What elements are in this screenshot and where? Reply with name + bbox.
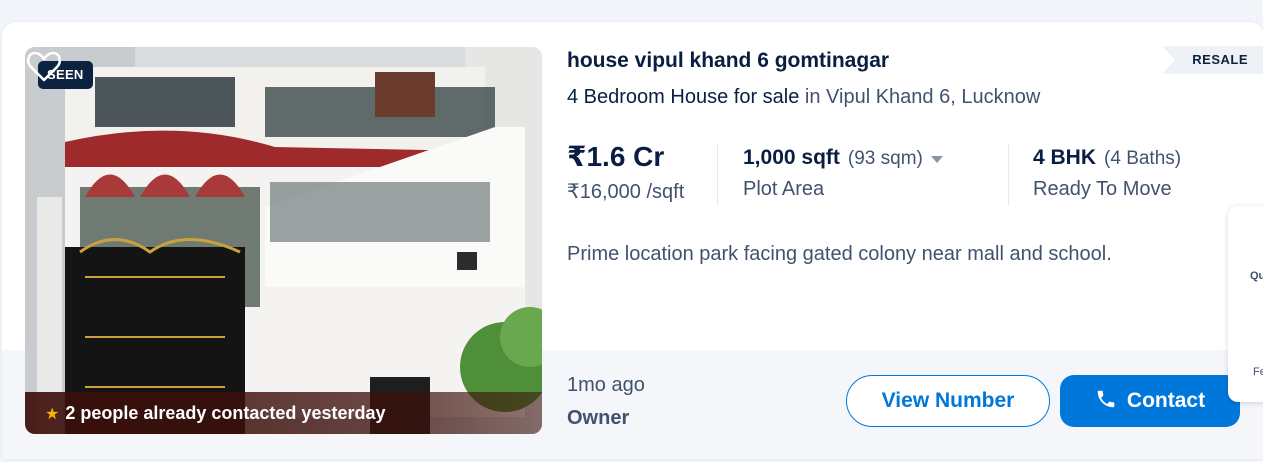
heart-icon[interactable] (25, 47, 63, 85)
listing-title[interactable]: house vipul khand 6 gomtinagar (567, 49, 889, 73)
price: ₹1.6 Cr (567, 141, 665, 172)
price-per-sqft: ₹16,000 /sqft (567, 181, 685, 203)
divider (717, 144, 718, 206)
area: 1,000 sqft (743, 146, 840, 169)
view-number-button[interactable]: View Number (846, 375, 1050, 427)
config-block: 4 BHK (4 Baths) Ready To Move (1033, 146, 1181, 201)
area-label: Plot Area (743, 178, 825, 200)
posted-by: Owner (567, 407, 630, 429)
listing-subtitle: 4 Bedroom House for sale in Vipul Khand … (567, 86, 1040, 109)
bhk: 4 BHK (1033, 146, 1097, 169)
contact-button[interactable]: Contact (1060, 375, 1240, 427)
possession-status: Ready To Move (1033, 178, 1172, 200)
star-icon: ★ (45, 406, 60, 423)
property-card[interactable]: SEEN ★ 2 people already contacted yesterd… (2, 22, 1263, 459)
subtitle-main: 4 Bedroom House for sale (567, 86, 800, 108)
area-alt: (93 sqm) (847, 148, 923, 169)
property-photo[interactable]: SEEN ★ 2 people already contacted yesterd… (25, 47, 542, 434)
area-block: 1,000 sqft (93 sqm) Plot Area (743, 146, 943, 201)
contacted-text: 2 people already contacted yesterday (65, 403, 386, 423)
divider (1008, 144, 1009, 206)
posted-time: 1mo ago (567, 374, 645, 396)
caret-down-icon[interactable] (930, 156, 943, 164)
price-block: ₹1.6 Cr ₹16,000 /sqft (567, 140, 684, 204)
side-floating-panel[interactable]: Qu Fe (1228, 206, 1263, 402)
side-panel-bottom-text: Fe (1253, 366, 1263, 378)
baths: (4 Baths) (1104, 148, 1182, 169)
side-panel-top-text: Qu (1250, 270, 1263, 282)
contact-label: Contact (1126, 389, 1206, 412)
resale-tag: RESALE (1162, 46, 1263, 74)
contacted-strip: ★ 2 people already contacted yesterday (25, 392, 542, 434)
description: Prime location park facing gated colony … (567, 243, 1112, 265)
subtitle-location: in Vipul Khand 6, Lucknow (804, 86, 1041, 108)
phone-icon (1097, 391, 1115, 408)
house-illustration (25, 47, 542, 434)
